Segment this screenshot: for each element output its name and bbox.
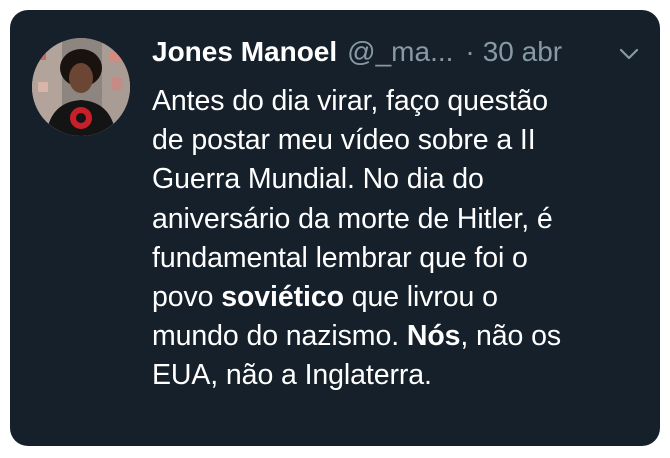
profile-photo-icon bbox=[32, 38, 130, 136]
tweet-header: Jones Manoel @_ma... · 30 abr bbox=[152, 36, 652, 76]
author-handle[interactable]: @_ma... bbox=[347, 36, 453, 68]
tweet-text: Antes do dia virar, faço questão de post… bbox=[152, 82, 652, 396]
chevron-down-icon[interactable] bbox=[618, 46, 640, 62]
author-name[interactable]: Jones Manoel bbox=[152, 36, 337, 68]
tweet-card[interactable]: Jones Manoel @_ma... · 30 abr Antes do d… bbox=[10, 10, 660, 446]
tweet-text-line: EUA, não a Inglaterra. bbox=[152, 359, 432, 392]
text-segment: que livrou o bbox=[343, 281, 498, 314]
text-segment: povo bbox=[152, 281, 222, 314]
tweet-text-line: Guerra Mundial. No dia do bbox=[152, 163, 484, 196]
separator-dot: · bbox=[465, 36, 475, 67]
tweet-text-line: povo soviético que livrou o bbox=[152, 278, 652, 317]
bold-text: soviético bbox=[221, 281, 344, 314]
bold-text: Nós bbox=[406, 320, 461, 353]
tweet-text-line: de postar meu vídeo sobre a II bbox=[152, 124, 536, 157]
text-segment: mundo do nazismo. bbox=[152, 320, 407, 353]
tweet-text-line: aniversário da morte de Hitler, é bbox=[152, 202, 553, 235]
tweet-text-line: Antes do dia virar, faço questão bbox=[152, 85, 549, 117]
avatar[interactable] bbox=[32, 38, 130, 136]
tweet-text-line: fundamental lembrar que foi o bbox=[152, 241, 528, 274]
tweet-text-line: mundo do nazismo. Nós, não os bbox=[152, 317, 652, 356]
tweet-date[interactable]: 30 abr bbox=[483, 36, 562, 68]
text-segment: , não os bbox=[460, 320, 561, 353]
